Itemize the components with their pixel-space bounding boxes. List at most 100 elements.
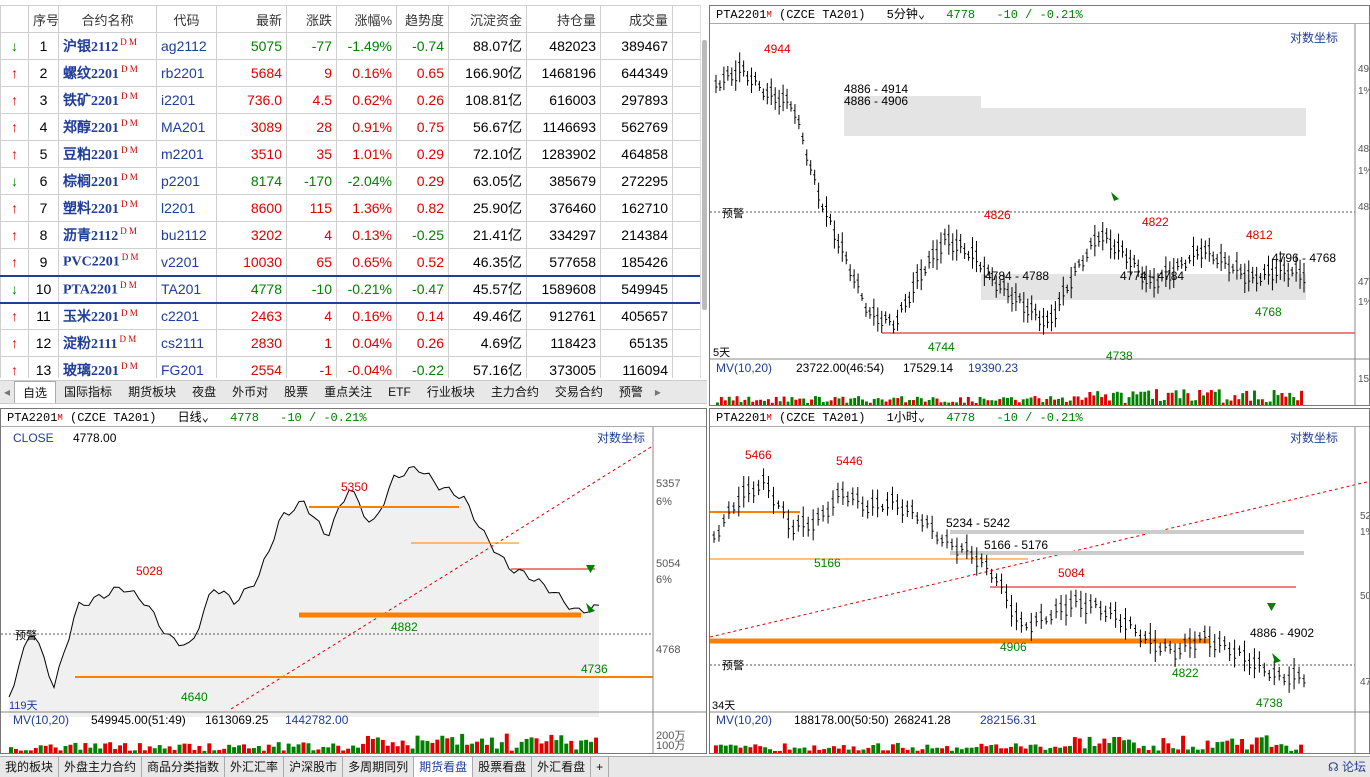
period-select[interactable]: 1小时 <box>887 411 918 425</box>
bottom-tab-2[interactable]: 商品分类指数 <box>142 757 226 777</box>
forum-link[interactable]: ☊ 论坛 <box>1328 758 1366 776</box>
volume-bar <box>1088 392 1092 405</box>
volume-bar <box>1063 746 1067 753</box>
y-tick: 1% <box>1360 527 1370 538</box>
chevron-down-icon[interactable]: ⌄ <box>918 411 925 425</box>
indicator-name[interactable]: MV(10,20) <box>13 713 69 727</box>
chart-day-panel[interactable]: PTA2201M (CZCE TA201) 日线⌄ 4778 -10 / -0.… <box>0 408 707 754</box>
volume-bar <box>227 744 232 753</box>
period-select[interactable]: 日线 <box>178 411 202 425</box>
column-header[interactable]: 趋势度 <box>396 5 449 33</box>
volume-bar <box>731 400 735 405</box>
chart-day-canvas[interactable]: 对数坐标 CLOSE 4778.00 预警 119天 5350 5028 4882 4640 47… <box>1 427 707 754</box>
volume-bar <box>798 398 802 405</box>
table-row[interactable]: ↑ 11 玉米2201 D Mc2201 2463 4 0.16% 0.14 49.46亿 912… <box>0 302 707 330</box>
chart-5min-panel[interactable]: PTA2201M (CZCE TA201) 5分钟⌄ 4778 -10 / -0… <box>709 5 1370 406</box>
tab-8[interactable]: 行业板块 <box>419 381 483 403</box>
indicator-name[interactable]: MV(10,20) <box>716 713 772 727</box>
tab-prev-icon[interactable]: ◂ <box>0 381 14 403</box>
log-axis-toggle[interactable]: 对数坐标 <box>597 430 645 445</box>
indicator-name[interactable]: MV(10,20) <box>716 361 772 375</box>
last-price-text: 3202 <box>250 227 282 243</box>
column-header[interactable]: 涨幅% <box>336 5 397 33</box>
bottom-tab-3[interactable]: 外汇汇率 <box>225 757 285 777</box>
tab-0[interactable]: 自选 <box>14 381 57 403</box>
column-header[interactable]: 沉淀资金 <box>448 5 527 33</box>
tab-4[interactable]: 外币对 <box>224 381 276 403</box>
contract-name-text: 塑料2201 <box>63 202 119 217</box>
bottom-tab-8[interactable]: 外汇看盘 <box>532 757 592 777</box>
volume-bar <box>1143 391 1147 405</box>
series-select[interactable]: CLOSE <box>13 431 54 445</box>
last-price: 2463 <box>216 302 287 330</box>
open-interest: 912761 <box>526 302 601 330</box>
column-header[interactable]: 代码 <box>156 5 217 33</box>
price-label: 4796 - 4768 <box>1272 251 1336 265</box>
volume-text: 549945 <box>621 281 668 297</box>
log-axis-toggle[interactable]: 对数坐标 <box>1290 30 1338 45</box>
column-header[interactable]: 最新 <box>216 5 287 33</box>
table-row[interactable]: ↑ 7 塑料2201 D Ml2201 8600 115 1.36% 0.82 25.90亿 37… <box>0 194 707 222</box>
volume-bar <box>1284 396 1288 405</box>
bottom-tab-7[interactable]: 股票看盘 <box>473 757 533 777</box>
contract-name-text: 棕榈2201 <box>63 175 119 190</box>
bottom-tab-4[interactable]: 沪深股市 <box>284 757 344 777</box>
tab-11[interactable]: 预警 <box>611 381 651 403</box>
change-pct-text: 1.01% <box>352 146 392 162</box>
tab-6[interactable]: 重点关注 <box>316 381 380 403</box>
volume-bar <box>845 402 849 405</box>
column-header[interactable]: 持仓量 <box>526 5 601 33</box>
table-row[interactable]: ↑ 12 淀粉2111 D Mcs2111 2830 1 0.04% 0.26 4.69亿 118… <box>0 329 707 357</box>
volume-bar <box>1269 746 1274 753</box>
chart-1h-canvas[interactable]: 对数坐标预警 34天 5466 5446 5234 - 5242 5166 - 5176 5… <box>710 427 1370 754</box>
column-header[interactable]: 合约名称 <box>58 5 157 33</box>
column-header[interactable]: 成交量 <box>600 5 673 33</box>
table-row[interactable]: ↑ 9 PVC2201 D Mv2201 10030 65 0.65% 0.52 46.35亿 5… <box>0 248 707 276</box>
bottom-tab-6[interactable]: 期货看盘 <box>414 757 474 777</box>
last-price: 3510 <box>216 140 287 168</box>
table-row[interactable]: ↑ 8 沥青2112 D Mbu2112 3202 4 0.13% -0.25 21.41亿 33… <box>0 221 707 249</box>
table-row[interactable]: ↑ 4 郑醇2201 D M MA201 3089 28 0.91% 0.75 56.67亿 114… <box>0 113 707 141</box>
bottom-tab-0[interactable]: 我的板块 <box>0 757 60 777</box>
chevron-down-icon[interactable]: ⌄ <box>202 411 209 425</box>
volume-bar <box>821 402 825 405</box>
table-scrollbar[interactable] <box>700 5 707 378</box>
column-header[interactable]: 涨跌 <box>286 5 337 33</box>
volume-bar <box>1217 389 1221 405</box>
column-header[interactable]: 序号 <box>28 5 59 33</box>
tab-next-icon[interactable]: ▸ <box>651 381 665 403</box>
table-row[interactable]: ↓ 6 棕榈2201 D Mp2201 8174 -170 -2.04% 0.29 63.05亿… <box>0 167 707 195</box>
tab-7[interactable]: ETF <box>380 381 419 403</box>
volume-bar <box>1202 395 1205 405</box>
tab-3[interactable]: 夜盘 <box>184 381 224 403</box>
chart-1h-panel[interactable]: PTA2201M (CZCE TA201) 1小时⌄ 4778 -10 / -0… <box>709 408 1370 754</box>
table-row[interactable]: ↑ 2 螺纹2201 D Mrb2201 5684 9 0.16% 0.65 166.90亿 14… <box>0 59 707 87</box>
contract-name-text: 铁矿2201 <box>63 94 119 109</box>
volume-bar <box>931 397 935 405</box>
volume-bar <box>1102 738 1107 753</box>
chart-5min-canvas[interactable]: 对数坐标预警5天49444886 - 49144886 - 49064826 48… <box>710 24 1370 406</box>
volume-bar <box>1108 400 1111 405</box>
table-row[interactable]: ↓ 1 沪银2112 D Mag2112 5075 -77 -1.49% -0.74 88.07… <box>0 32 707 60</box>
bottom-tab-5[interactable]: 多周期同列 <box>343 757 415 777</box>
table-row[interactable]: ↑ 3 铁矿2201 D Mi2201 736.0 4.5 0.62% 0.26 108.81亿… <box>0 86 707 114</box>
volume-bar <box>589 741 594 753</box>
tab-2[interactable]: 期货板块 <box>120 381 184 403</box>
volume-bar <box>1038 746 1043 753</box>
bottom-tab-1[interactable]: 外盘主力合约 <box>59 757 143 777</box>
bottom-tab-9[interactable]: + <box>591 757 610 777</box>
tab-5[interactable]: 股票 <box>276 381 316 403</box>
scrollbar-thumb[interactable] <box>702 40 707 310</box>
volume-bar <box>480 738 484 753</box>
tab-9[interactable]: 主力合约 <box>483 381 547 403</box>
period-select[interactable]: 5分钟 <box>887 8 918 22</box>
last-price-text: 4778 <box>250 281 282 297</box>
tab-1[interactable]: 国际指标 <box>56 381 120 403</box>
tab-10[interactable]: 交易合约 <box>547 381 611 403</box>
chevron-down-icon[interactable]: ⌄ <box>918 8 925 22</box>
log-axis-toggle[interactable]: 对数坐标 <box>1290 430 1338 445</box>
table-row[interactable]: ↑ 5 豆粕2201 D Mm2201 3510 35 1.01% 0.29 72.10亿 128… <box>0 140 707 168</box>
table-row[interactable]: ↑ 13 玻璃2201 D M FG201 2554 -1 -0.04% -0.22 57.16亿… <box>0 356 707 378</box>
volume-bar <box>246 748 251 753</box>
table-row[interactable]: ↓ 10 PTA2201 D M TA201 4778 -10 -0.21% -0.47 45.5… <box>0 274 707 304</box>
